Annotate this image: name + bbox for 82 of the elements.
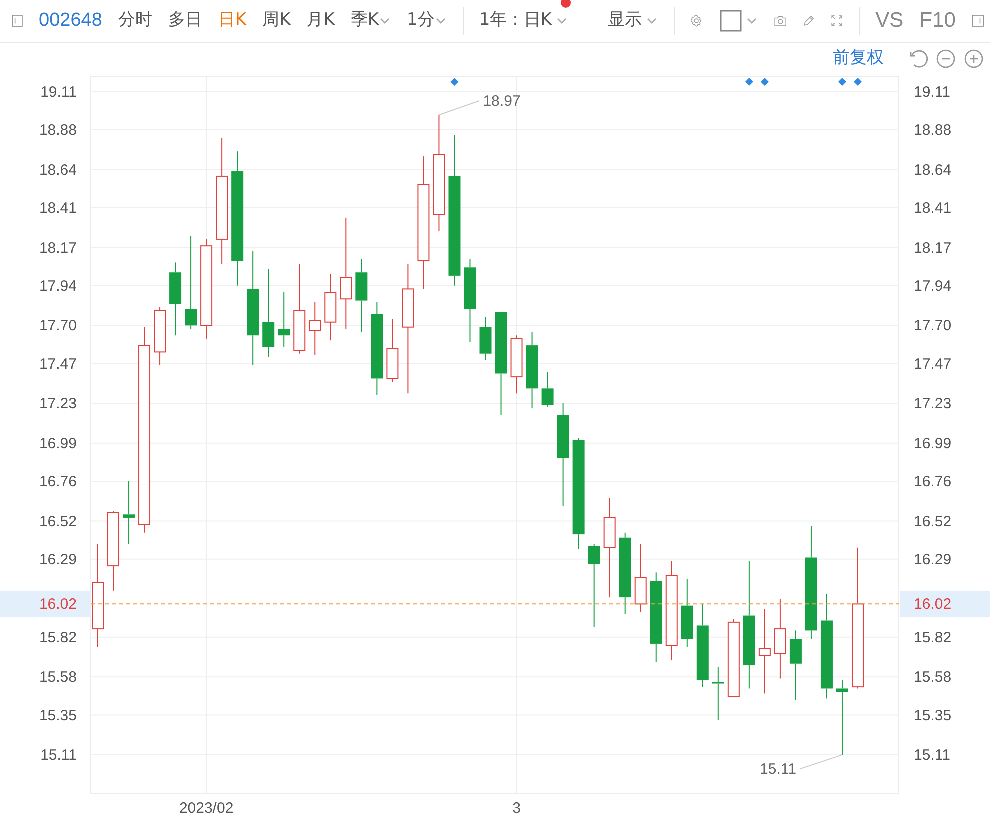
price-axis-label: 16.76 bbox=[914, 474, 952, 490]
current-price-label: 16.02 bbox=[0, 591, 91, 618]
event-marker-icon[interactable] bbox=[450, 78, 459, 86]
extreme-price-label: 15.11 bbox=[760, 761, 796, 778]
price-axis-label: 15.11 bbox=[40, 747, 77, 764]
price-axis-label: 15.11 bbox=[914, 747, 950, 764]
price-axis-label: 16.52 bbox=[914, 513, 952, 530]
candlestick bbox=[386, 318, 399, 383]
price-axis-label: 17.94 bbox=[914, 278, 952, 295]
leader-line bbox=[438, 100, 480, 116]
event-marker-icon[interactable] bbox=[745, 78, 754, 86]
price-axis-label: 17.47 bbox=[39, 356, 77, 373]
range-dropdown[interactable]: 1年 : 日K bbox=[479, 8, 568, 34]
price-axis-label: 15.58 bbox=[39, 669, 77, 686]
period-tab[interactable]: 分时 bbox=[118, 8, 152, 34]
caret-icon bbox=[646, 17, 658, 25]
price-axis-label: 18.41 bbox=[39, 200, 77, 217]
zoom-in-icon[interactable] bbox=[964, 49, 984, 69]
price-axis-label: 16.29 bbox=[914, 551, 952, 568]
candlestick bbox=[123, 481, 136, 545]
price-axis-label: 17.23 bbox=[39, 396, 77, 413]
candlestick bbox=[712, 666, 724, 721]
square-icon[interactable] bbox=[720, 10, 742, 32]
extreme-price-label: 18.97 bbox=[483, 93, 521, 110]
stock-code: 002648 bbox=[39, 8, 102, 33]
price-axis-label: 16.29 bbox=[39, 551, 77, 568]
leader-line bbox=[800, 754, 843, 770]
candlestick bbox=[790, 630, 802, 701]
period-dropdown[interactable]: 1分 bbox=[407, 8, 447, 34]
price-axis-label: 17.70 bbox=[39, 318, 77, 335]
caret-icon bbox=[434, 17, 447, 25]
caret-icon bbox=[556, 17, 568, 25]
candlestick bbox=[480, 316, 492, 361]
candlestick bbox=[634, 544, 647, 613]
price-axis-label: 15.58 bbox=[914, 669, 952, 686]
price-axis-label: 16.99 bbox=[914, 435, 952, 452]
candlestick bbox=[510, 335, 523, 394]
price-axis-label: 15.82 bbox=[39, 629, 77, 646]
price-axis-label: 19.11 bbox=[914, 84, 950, 101]
price-axis-label: 17.70 bbox=[914, 318, 952, 335]
price-axis-label: 15.35 bbox=[914, 707, 952, 724]
price-axis-label: 16.52 bbox=[39, 513, 77, 530]
price-axis-label: 18.88 bbox=[914, 122, 952, 140]
f10-button[interactable]: F10 bbox=[920, 5, 956, 37]
caret-icon bbox=[746, 17, 758, 25]
price-adjust-link[interactable]: 前复权 bbox=[833, 46, 884, 72]
caret-icon bbox=[379, 17, 392, 25]
date-axis-label: 3 bbox=[512, 800, 521, 817]
ref-line-label: 16.02 bbox=[39, 596, 77, 614]
price-axis-label: 15.35 bbox=[39, 707, 77, 724]
compare-button[interactable]: VS bbox=[876, 5, 904, 37]
date-axis-label: 2023/02 bbox=[179, 800, 234, 817]
display-dropdown[interactable]: 显示 bbox=[608, 8, 658, 34]
price-axis-label: 16.76 bbox=[39, 474, 77, 490]
price-axis-label: 18.88 bbox=[39, 122, 77, 140]
price-axis-label: 18.64 bbox=[914, 162, 952, 179]
price-axis-label: 18.64 bbox=[39, 162, 77, 179]
price-axis-label: 18.41 bbox=[914, 200, 952, 217]
price-axis-label: 17.47 bbox=[914, 356, 952, 373]
price-axis-label: 15.82 bbox=[914, 629, 952, 646]
event-marker-icon[interactable] bbox=[760, 78, 769, 86]
candlestick bbox=[278, 292, 290, 348]
price-axis-label: 16.99 bbox=[39, 435, 77, 452]
candlestick bbox=[681, 578, 694, 648]
price-axis-label: 19.11 bbox=[40, 84, 77, 101]
zoom-out-icon[interactable] bbox=[936, 49, 956, 69]
current-price-label: 16.02 bbox=[900, 591, 990, 618]
event-marker-icon[interactable] bbox=[838, 78, 846, 86]
price-axis-label: 18.17 bbox=[914, 240, 952, 257]
candlestick bbox=[542, 372, 554, 408]
price-axis-label: 17.23 bbox=[914, 396, 952, 413]
period-tab[interactable]: 多日 bbox=[168, 8, 202, 34]
period-tab[interactable]: 月K bbox=[306, 8, 335, 34]
price-axis-label: 17.94 bbox=[39, 278, 77, 295]
candlestick bbox=[154, 306, 166, 366]
price-axis-label: 18.17 bbox=[39, 240, 77, 257]
event-marker-icon[interactable] bbox=[854, 78, 862, 86]
undo-icon[interactable] bbox=[908, 49, 928, 69]
candlestick bbox=[309, 302, 322, 356]
candlestick bbox=[324, 274, 337, 342]
period-dropdown[interactable]: 季K bbox=[350, 8, 392, 34]
period-tab[interactable]: 周K bbox=[262, 8, 291, 34]
